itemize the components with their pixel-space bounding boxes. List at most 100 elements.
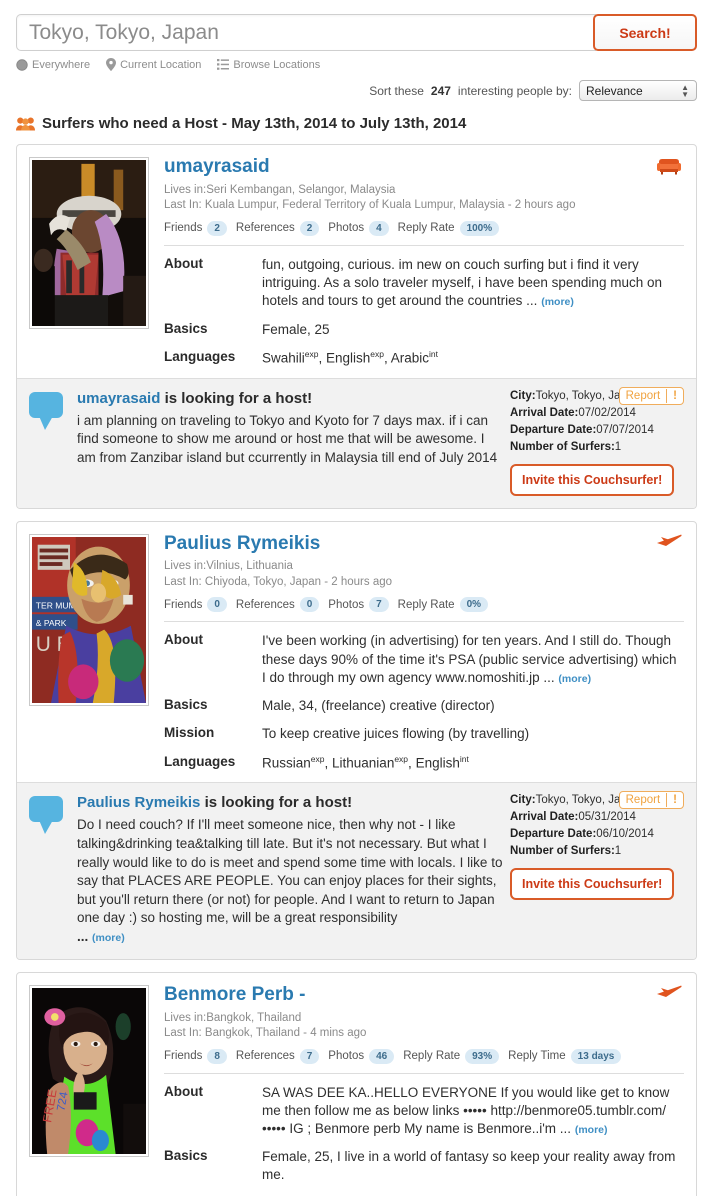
request-looking-label: is looking for a host! [204, 794, 353, 812]
attribute-about: About I've been working (in advertising)… [164, 632, 684, 687]
stat-label: Reply Time [508, 1050, 566, 1063]
stat-value: 46 [369, 1048, 395, 1064]
lives-in-value: Vilnius, Lithuania [206, 560, 293, 573]
profile-details: Paulius Rymeikis Lives in:Vilnius, Lithu… [149, 533, 684, 773]
attribute-basics: Basics Female, 25, I live in a world of … [164, 1148, 684, 1184]
meta-label: Number of Surfers: [510, 845, 615, 858]
invite-couchsurfer-button[interactable]: Invite this Couchsurfer! [510, 868, 675, 901]
language-level: int [459, 753, 469, 764]
last-in-label: Last In: [164, 1027, 202, 1040]
language-level: exp [394, 753, 409, 764]
divider [164, 621, 684, 623]
location-link-everywhere[interactable]: Everywhere [16, 59, 90, 71]
more-link[interactable]: (more) [575, 1124, 608, 1136]
request-looking-label: is looking for a host! [164, 389, 313, 407]
attribute-key: Languages [164, 348, 236, 364]
stat-value: 8 [207, 1048, 227, 1064]
location-link-current-location[interactable]: Current Location [106, 58, 201, 71]
profile-username[interactable]: Paulius Rymeikis [164, 533, 684, 555]
report-button[interactable]: Report ! [618, 386, 684, 405]
stat-value: 13 days [570, 1048, 622, 1064]
meta-label: Arrival Date: [510, 406, 579, 419]
host-request-text: Do I need couch? If I'll meet someone ni… [77, 817, 503, 926]
profile-username[interactable]: Benmore Perb - [164, 984, 684, 1006]
profile-details: umayrasaid Lives in:Seri Kembangan, Sela… [149, 156, 684, 368]
more-link[interactable]: (more) [541, 296, 574, 308]
more-link[interactable]: (more) [92, 932, 125, 944]
search-button[interactable]: Search! [593, 14, 697, 51]
lives-in-label: Lives in: [164, 183, 207, 196]
attribute-key: Basics [164, 697, 208, 713]
map-pin-icon [106, 58, 117, 71]
language-name: English [326, 350, 371, 366]
language-level: exp [370, 348, 385, 359]
stat-value: 0 [207, 597, 227, 613]
attribute-basics: Basics Male, 34, (freelance) creative (d… [164, 697, 684, 715]
invite-couchsurfer-button[interactable]: Invite this Couchsurfer! [510, 463, 675, 496]
stat-value: 100% [459, 220, 500, 236]
attribute-key: About [164, 1083, 203, 1099]
profile-summary: TER MUMB & PARK U B Paulius Rymeikis Liv… [17, 522, 696, 783]
search-input[interactable] [16, 14, 596, 51]
meta-value: 07/07/2014 [596, 423, 654, 436]
profile-username[interactable]: umayrasaid [164, 156, 684, 178]
meta-value: 1 [614, 845, 622, 858]
people-icon [16, 117, 35, 131]
attribute-about: About fun, outgoing, curious. im new on … [164, 256, 684, 311]
more-link[interactable]: (more) [558, 673, 591, 685]
request-username[interactable]: Paulius Rymeikis [77, 794, 200, 811]
meta-label: Departure Date: [510, 828, 597, 841]
profile-card: umayrasaid Lives in:Seri Kembangan, Sela… [16, 144, 697, 509]
meta-label: City: [510, 794, 536, 807]
stat-label: Reply Rate [397, 222, 455, 235]
sort-select-value: Relevance [586, 83, 643, 98]
attribute-value: SA WAS DEE KA..HELLO EVERYONE If you wou… [262, 1084, 684, 1139]
search-bar: Search! [16, 14, 697, 51]
language-level: int [429, 348, 439, 359]
avatar[interactable] [29, 157, 149, 329]
globe-icon [16, 58, 28, 71]
divider [164, 244, 684, 246]
svg-text:& PARK: & PARK [36, 617, 67, 627]
last-in-value: Bangkok, Thailand - 4 mins ago [204, 1027, 367, 1040]
divider [164, 1072, 684, 1074]
attribute-value: Female, 25 [262, 321, 330, 337]
location-links: Everywhere Current Location Browse Locat… [16, 58, 697, 71]
meta-value: 06/10/2014 [596, 828, 654, 841]
search-results-page: Search! Everywhere Current Location Brow… [0, 14, 713, 1196]
profile-summary: FREE 724 Benmore Perb - Lives in:Bangkok… [17, 973, 696, 1196]
location-link-browse-locations[interactable]: Browse Locations [217, 59, 320, 71]
request-username[interactable]: umayrasaid [77, 390, 160, 407]
profile-card: TER MUMB & PARK U B Paulius Rymeikis Liv… [16, 520, 697, 960]
report-label: Report [625, 794, 661, 807]
report-exclamation-icon: ! [666, 793, 683, 808]
sort-prefix: Sort these [369, 83, 424, 98]
host-request-truncation: ... (more) [77, 928, 504, 947]
sort-select[interactable]: Relevance ▲ ▼ [579, 80, 697, 101]
stat-label: Friends [164, 1050, 203, 1063]
language-name: Arabic [390, 350, 430, 366]
attribute-key: Mission [164, 725, 215, 741]
attribute-about: About SA WAS DEE KA..HELLO EVERYONE If y… [164, 1084, 684, 1139]
attribute-languages: Languages Russianexp, Lithuanianexp, Eng… [164, 754, 684, 773]
host-request-body: Paulius Rymeikis is looking for a host! … [73, 794, 504, 946]
stat-value: 2 [299, 220, 320, 236]
stat-label: Reply Rate [397, 598, 455, 611]
language-name: Lithuanian [332, 755, 395, 771]
attribute-languages: Languages Swahiliexp, Englishexp, Arabic… [164, 349, 684, 368]
meta-arrival: Arrival Date:07/02/2014 [510, 407, 684, 419]
location-link-label: Everywhere [32, 58, 91, 71]
stat-label: Reply Rate [403, 1050, 461, 1063]
report-label: Report [625, 389, 661, 402]
avatar[interactable]: FREE 724 [29, 984, 149, 1157]
meta-value: 07/02/2014 [578, 406, 636, 419]
stat-value: 2 [207, 220, 227, 236]
lives-in-value: Bangkok, Thailand [206, 1011, 302, 1024]
avatar[interactable]: TER MUMB & PARK U B [29, 533, 149, 706]
attribute-key: Basics [164, 1148, 208, 1164]
speech-bubble-icon [29, 794, 73, 946]
meta-label: Number of Surfers: [510, 440, 615, 453]
report-button[interactable]: Report ! [618, 791, 684, 810]
avatar-image: FREE 724 [32, 987, 146, 1154]
meta-value: 1 [614, 440, 622, 453]
